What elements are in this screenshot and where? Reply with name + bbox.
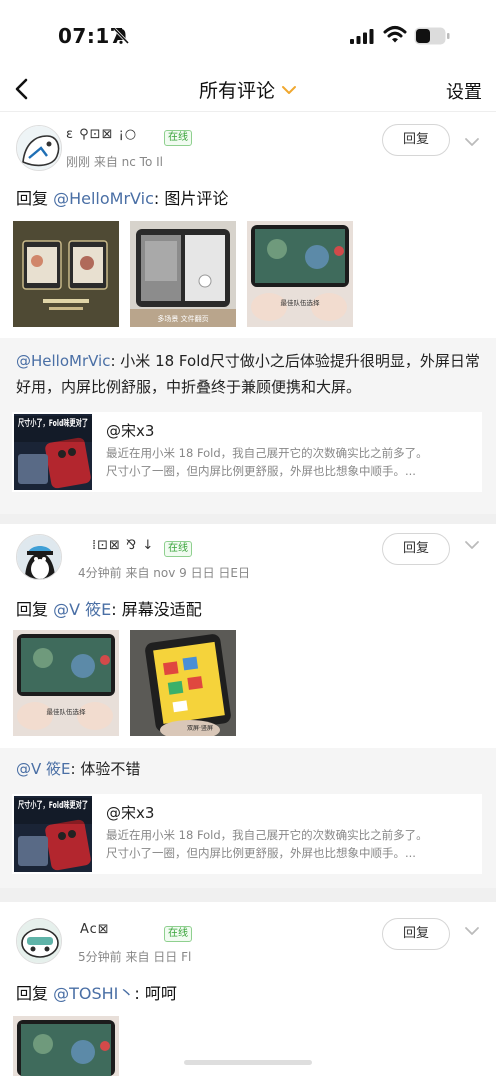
reply-text: 回复 @HelloMrVic: 图片评论 [16, 189, 229, 208]
chevron-down-icon [282, 85, 296, 94]
avatar[interactable] [16, 534, 62, 580]
image-caption: 最佳队伍选择 [281, 298, 321, 307]
quoted-text: @V 筱E: 体验不错 [16, 760, 141, 778]
comment-image[interactable]: 最佳队伍选择 [247, 221, 353, 327]
mention-link[interactable]: @HelloMrVic [53, 189, 154, 208]
mention-link[interactable]: @V 筱E [53, 600, 111, 619]
image-caption: 最佳队伍选择 [47, 707, 87, 716]
quoted-comment: @HelloMrVic: 小米 18 Fold尺寸做小之后体验提升很明显，外屏日… [0, 338, 496, 514]
post-author: @宋x3 [106, 422, 155, 440]
quoted-text: @HelloMrVic: 小米 18 Fold尺寸做小之后体验提升很明显，外屏日… [16, 352, 480, 396]
online-badge: 在线 [164, 130, 192, 146]
comment-item: Ac⊠ 在线 5分钟前 来自 日日 Fl 回复 回复 @TOSHI丶: 呵呵 [0, 902, 496, 1076]
divider [0, 514, 496, 524]
comment-meta: 4分钟前 来自 nov 9 日日 日E日 [78, 566, 250, 580]
source-post-card[interactable]: 尺寸小了，Fold味更对了 @宋x3 最近在用小米 18 Fold，我自己展开它… [12, 794, 482, 874]
online-badge: 在线 [164, 541, 192, 557]
comment-image[interactable] [13, 1016, 119, 1076]
thumbnail-caption: 尺寸小了，Fold味更对了 [18, 799, 88, 811]
chevron-down-icon[interactable] [462, 538, 482, 552]
settings-button[interactable]: 设置 [446, 78, 482, 104]
post-excerpt: 最近在用小米 18 Fold，我自己展开它的次数确实比之前多了。 尺寸小了一圈，… [106, 446, 428, 478]
mention-link[interactable]: @V 筱E [16, 760, 71, 778]
image-caption: 双屏·竖屏 [187, 724, 213, 732]
battery-icon [414, 27, 450, 45]
mention-link[interactable]: @HelloMrVic [16, 352, 110, 370]
username[interactable]: ε ⚲⊡⊠ ¡○ [66, 127, 137, 142]
image-caption: 多场景 文件翻页 [157, 314, 208, 323]
thumbnail-caption: 尺寸小了，Fold味更对了 [18, 417, 88, 429]
bell-off-icon [113, 27, 130, 45]
quoted-comment: @V 筱E: 体验不错 尺寸小了，Fold味更对了 @宋x3 最近在用小米 18… [0, 748, 496, 888]
comment-image[interactable]: 多场景 文件翻页 [130, 221, 236, 327]
reply-button[interactable]: 回复 [382, 124, 450, 156]
reply-text: 回复 @V 筱E: 屏幕没适配 [16, 600, 202, 619]
reply-text: 回复 @TOSHI丶: 呵呵 [16, 984, 177, 1003]
post-thumbnail: 尺寸小了，Fold味更对了 [14, 414, 92, 490]
mention-link[interactable]: @TOSHI丶 [53, 984, 134, 1003]
avatar[interactable] [16, 918, 62, 964]
reply-button[interactable]: 回复 [382, 533, 450, 565]
username[interactable]: Ac⊠ [80, 922, 110, 937]
comment-image[interactable]: 双屏·竖屏 [130, 630, 236, 736]
wifi-icon [383, 26, 407, 43]
post-thumbnail: 尺寸小了，Fold味更对了 [14, 796, 92, 872]
reply-button[interactable]: 回复 [382, 918, 450, 950]
chevron-down-icon[interactable] [462, 135, 482, 149]
comment-filter-dropdown[interactable]: 所有评论 [199, 76, 297, 103]
online-badge: 在线 [164, 926, 192, 942]
comment-item: ε ⚲⊡⊠ ¡○ 在线 刚刚 来自 nc To Il 回复 回复 @HelloM… [0, 113, 496, 338]
divider [0, 888, 496, 902]
status-bar: 07:17 [0, 0, 496, 66]
post-excerpt: 最近在用小米 18 Fold，我自己展开它的次数确实比之前多了。 尺寸小了一圈，… [106, 828, 428, 860]
comment-item: ⁞⊡⊠ ⅋ ↓ 在线 4分钟前 来自 nov 9 日日 日E日 回复 回复 @V… [0, 524, 496, 748]
top-nav-bar: 所有评论 设置 [0, 66, 496, 112]
comment-meta: 5分钟前 来自 日日 Fl [78, 950, 192, 964]
source-post-card[interactable]: 尺寸小了，Fold味更对了 @宋x3 最近在用小米 18 Fold，我自己展开它… [12, 412, 482, 492]
comment-image[interactable]: 最佳队伍选择 [13, 630, 119, 736]
username[interactable]: ⁞⊡⊠ ⅋ ↓ [92, 538, 154, 553]
chevron-down-icon[interactable] [462, 924, 482, 938]
comment-meta: 刚刚 来自 nc To Il [66, 155, 163, 169]
avatar[interactable] [16, 125, 62, 171]
comment-image[interactable] [13, 221, 119, 327]
page-title: 所有评论 [198, 80, 275, 102]
signal-icon [350, 29, 374, 44]
home-indicator [184, 1060, 312, 1065]
post-author: @宋x3 [106, 804, 155, 822]
